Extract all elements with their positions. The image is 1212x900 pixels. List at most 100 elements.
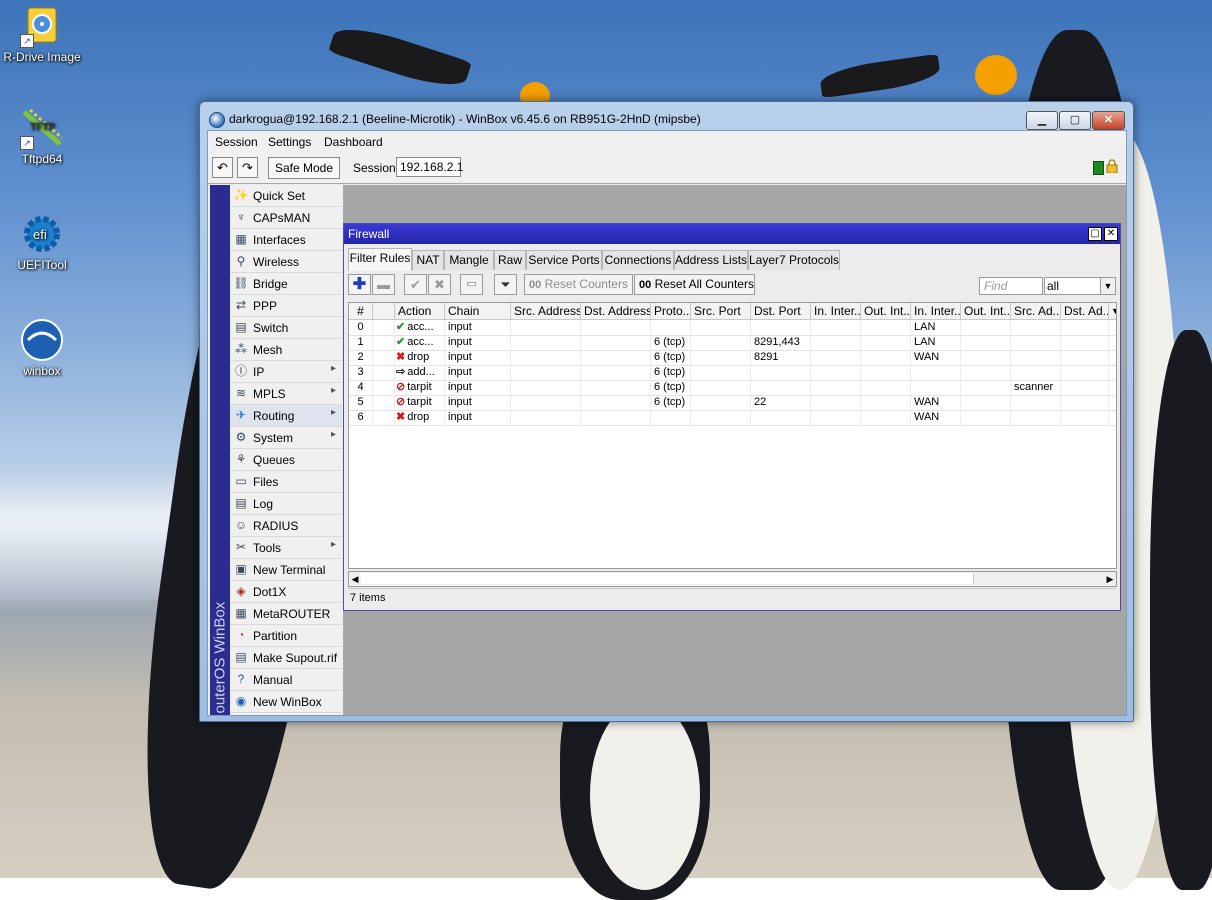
column-header[interactable]: Dst. Address [581, 303, 651, 319]
horizontal-scrollbar[interactable]: ◀ ▶ [348, 571, 1117, 587]
filter-select[interactable]: all ▼ [1044, 277, 1116, 295]
table-cell [651, 320, 691, 335]
window-titlebar[interactable]: darkrogua@192.168.2.1 (Beeline-Microtik)… [200, 102, 1133, 130]
table-cell: ⊘ tarpit [395, 380, 445, 395]
close-button[interactable]: ✕ [1092, 111, 1125, 130]
find-input[interactable]: Find [979, 277, 1043, 295]
scroll-thumb[interactable] [361, 573, 974, 584]
sidebar-item-mesh[interactable]: ⁂ Mesh [230, 339, 342, 361]
menu-session[interactable]: Session [215, 135, 258, 149]
sidebar-item-routing[interactable]: ✈ Routing ▸ [230, 405, 342, 427]
column-header[interactable]: # [349, 303, 373, 319]
sidebar-item-mpls[interactable]: ≋ MPLS ▸ [230, 383, 342, 405]
tab-address-lists[interactable]: Address Lists [674, 250, 748, 270]
submenu-arrow-icon: ▸ [330, 429, 336, 440]
firewall-maximize-button[interactable]: ▢ [1088, 227, 1102, 241]
tab-raw[interactable]: Raw [494, 250, 526, 270]
table-cell: 6 (tcp) [651, 380, 691, 395]
menu-dashboard[interactable]: Dashboard [324, 135, 383, 149]
scroll-left-icon[interactable]: ◀ [349, 572, 361, 586]
comment-icon[interactable]: ▭ [460, 274, 483, 295]
ip-icon: Ⓘ [234, 364, 247, 378]
sidebar-item-partition[interactable]: ◔ Partition [230, 625, 342, 647]
column-header[interactable]: Proto... [651, 303, 691, 319]
column-header[interactable]: Action [395, 303, 445, 319]
column-header[interactable]: Out. Int... [861, 303, 911, 319]
sidebar-item-label: Mesh [253, 343, 283, 357]
table-row[interactable]: 3 ⇨ add... input 6 (tcp) [349, 365, 1116, 381]
remove-icon[interactable]: ▬ [372, 274, 395, 295]
sidebar-item-queues[interactable]: ⚘ Queues [230, 449, 342, 471]
sidebar-item-manual[interactable]: ? Manual [230, 669, 342, 691]
sidebar-item-system[interactable]: ⚙ System ▸ [230, 427, 342, 449]
filter-icon[interactable]: ⏷ [494, 274, 517, 295]
desktop-icon-ueftool[interactable]: efi UEFITool [0, 212, 84, 272]
column-header[interactable]: Src. Port [691, 303, 751, 319]
tab-mangle[interactable]: Mangle [444, 250, 494, 270]
tab-nat[interactable]: NAT [412, 250, 444, 270]
tab-connections[interactable]: Connections [602, 250, 674, 270]
sidebar-item-ip[interactable]: Ⓘ IP ▸ [230, 361, 342, 383]
table-row[interactable]: 5 ⊘ tarpit input 6 (tcp) 22 WAN [349, 395, 1116, 411]
column-header[interactable]: Out. Int... [961, 303, 1011, 319]
minimize-button[interactable]: ▁ [1026, 111, 1058, 130]
redo-icon[interactable]: ↷ [237, 157, 258, 178]
desktop-icon-winbox[interactable]: winbox [0, 318, 84, 378]
sidebar-item-radius[interactable]: ☺ RADIUS [230, 515, 342, 537]
sidebar-item-quick-set[interactable]: ✨ Quick Set [230, 185, 342, 207]
tab-layer7-protocols[interactable]: Layer7 Protocols [748, 250, 840, 270]
reset-all-counters-button[interactable]: 00 Reset All Counters [634, 274, 755, 295]
column-header[interactable]: Src. Ad... [1011, 303, 1061, 319]
column-header[interactable]: In. Inter... [911, 303, 961, 319]
reset-counters-button[interactable]: 00 Reset Counters [524, 274, 633, 295]
column-header[interactable] [373, 303, 395, 319]
status-bar: 7 items [348, 588, 1115, 607]
desktop-icon-r-drive[interactable]: ↗ R-Drive Image [0, 4, 84, 64]
sidebar-item-capsman[interactable]: ♆ CAPsMAN [230, 207, 342, 229]
sidebar-item-tools[interactable]: ✂ Tools ▸ [230, 537, 342, 559]
sidebar-item-wireless[interactable]: ⚲ Wireless [230, 251, 342, 273]
mpls-icon: ≋ [235, 386, 247, 400]
column-header[interactable]: Dst. Ad... [1061, 303, 1109, 319]
column-header[interactable]: Dst. Port [751, 303, 811, 319]
sidebar-item-interfaces[interactable]: ▦ Interfaces [230, 229, 342, 251]
sidebar-item-files[interactable]: ▭ Files [230, 471, 342, 493]
table-cell: ⊘ tarpit [395, 395, 445, 410]
desktop-icon-tftpd64[interactable]: TFTP ↗ Tftpd64 [0, 106, 84, 166]
sidebar-item-new-terminal[interactable]: ▣ New Terminal [230, 559, 342, 581]
tab-filter-rules[interactable]: Filter Rules [348, 248, 412, 271]
sidebar-item-make-supout-rif[interactable]: ▤ Make Supout.rif [230, 647, 342, 669]
scroll-right-icon[interactable]: ▶ [1104, 572, 1116, 586]
sidebar-item-log[interactable]: ▤ Log [230, 493, 342, 515]
sidebar-item-switch[interactable]: ▤ Switch [230, 317, 342, 339]
column-header[interactable]: In. Inter... [811, 303, 861, 319]
add-icon[interactable]: ✚ [348, 274, 371, 295]
chevron-down-icon[interactable]: ▼ [1100, 278, 1115, 294]
table-cell [961, 365, 1011, 380]
table-row[interactable]: 1 ✔ acc... input 6 (tcp) 8291,443 LAN [349, 335, 1116, 351]
menu-settings[interactable]: Settings [268, 135, 311, 149]
table-cell [1061, 380, 1109, 395]
safe-mode-button[interactable]: Safe Mode [268, 157, 340, 179]
sidebar-item-dot1x[interactable]: ◈ Dot1X [230, 581, 342, 603]
sidebar-item-ppp[interactable]: ⇄ PPP [230, 295, 342, 317]
tab-service-ports[interactable]: Service Ports [526, 250, 602, 270]
enable-icon[interactable]: ✔ [404, 274, 427, 295]
session-field[interactable]: 192.168.2.1 [396, 157, 463, 177]
maximize-button[interactable]: ▢ [1059, 111, 1091, 130]
ppp-icon: ⇄ [235, 298, 247, 312]
firewall-close-button[interactable]: ✕ [1104, 227, 1118, 241]
table-row[interactable]: 2 ✖ drop input 6 (tcp) 8291 WAN [349, 350, 1116, 366]
table-row[interactable]: 0 ✔ acc... input LAN [349, 320, 1116, 336]
sidebar-item-new-winbox[interactable]: ◉ New WinBox [230, 691, 342, 713]
column-header[interactable]: Src. Address [511, 303, 581, 319]
table-row[interactable]: 4 ⊘ tarpit input 6 (tcp) scanner [349, 380, 1116, 396]
firewall-titlebar[interactable]: Firewall ▢ ✕ [344, 224, 1120, 244]
sidebar-item-metarouter[interactable]: ▦ MetaROUTER [230, 603, 342, 625]
sidebar-item-bridge[interactable]: ⛓ Bridge [230, 273, 342, 295]
column-menu-icon[interactable]: ▼ [1109, 303, 1116, 319]
undo-icon[interactable]: ↶ [212, 157, 233, 178]
table-row[interactable]: 6 ✖ drop input WAN [349, 410, 1116, 426]
disable-icon[interactable]: ✖ [428, 274, 451, 295]
column-header[interactable]: Chain [445, 303, 511, 319]
